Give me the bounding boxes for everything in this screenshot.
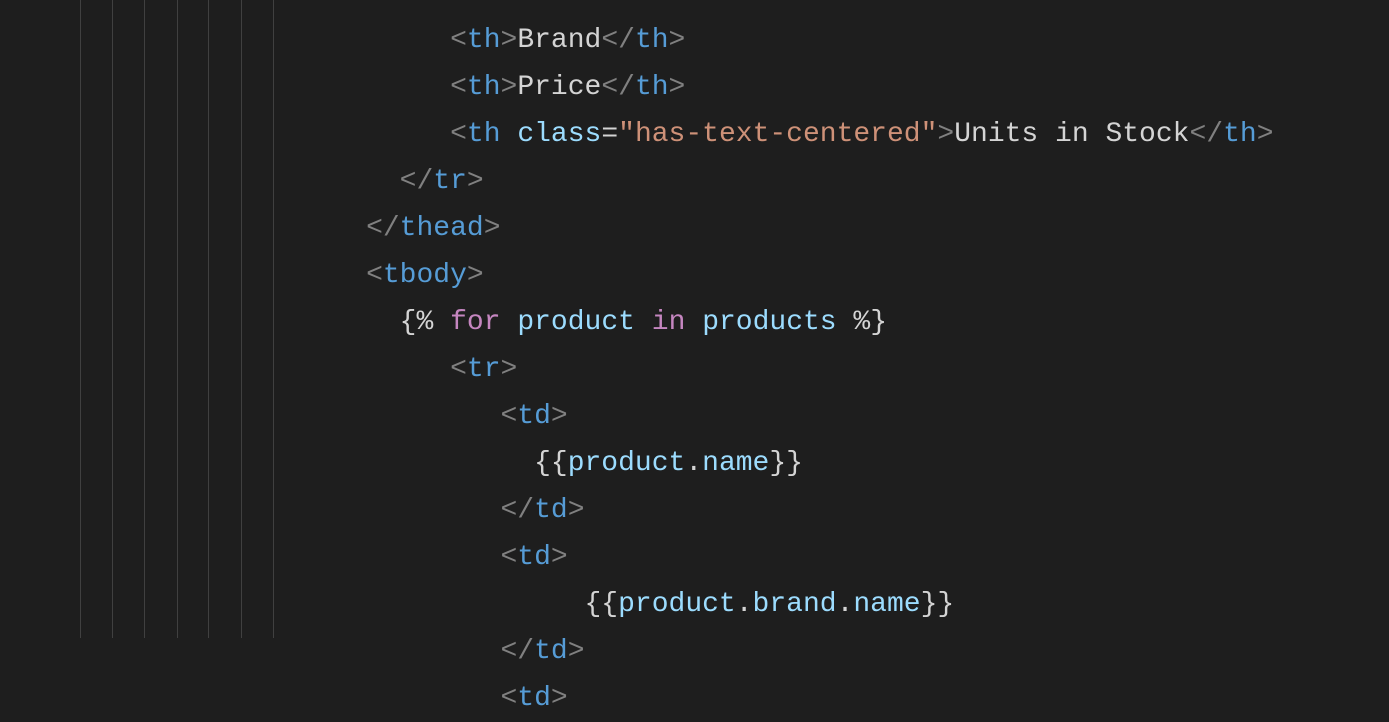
code-token: {{ [534,448,568,479]
code-token: < [450,354,467,385]
code-token: > [484,213,501,244]
code-token: {{ [585,589,619,620]
code-token: </ [601,72,635,103]
code-token: for [450,307,500,338]
code-token: th [467,119,501,150]
code-token: td [517,542,551,573]
code-token: > [501,72,518,103]
code-token: < [500,542,517,573]
code-token: > [937,119,954,150]
code-token: Price [517,72,601,103]
code-token: brand [753,589,837,620]
code-line[interactable]: <th>Price</th> [30,64,1389,111]
code-line[interactable]: {{product.brand.name}} [30,581,1389,628]
code-line[interactable]: <td> [30,393,1389,440]
code-token: %} [837,307,887,338]
code-token: < [450,119,467,150]
code-token: < [500,683,517,714]
code-token: name [853,589,920,620]
code-token: product [517,307,635,338]
code-token: Units in Stock [954,119,1189,150]
code-token: th [467,72,501,103]
code-token: Brand [517,25,601,56]
code-line[interactable]: <td> [30,675,1389,722]
code-line[interactable]: </td> [30,487,1389,534]
code-token: thead [400,213,484,244]
code-token [501,119,518,150]
code-token: th [635,25,669,56]
code-token: < [500,401,517,432]
code-token: > [669,25,686,56]
code-token: name [702,448,769,479]
code-token: < [450,25,467,56]
code-token: > [501,25,518,56]
code-token: product [568,448,686,479]
code-token: > [551,542,568,573]
code-token: {% [400,307,450,338]
code-token: > [467,166,484,197]
code-token [685,307,702,338]
code-token: class [517,119,601,150]
code-token: tbody [383,260,467,291]
code-token: td [534,636,568,667]
code-token: td [517,401,551,432]
code-line[interactable]: {% for product in products %} [30,299,1389,346]
code-token: </ [500,495,534,526]
code-token: </ [601,25,635,56]
code-token: > [551,683,568,714]
code-token: "has-text-centered" [618,119,937,150]
code-token: > [1257,119,1274,150]
code-token: > [467,260,484,291]
code-line[interactable]: </tr> [30,158,1389,205]
code-token: </ [400,166,434,197]
code-token: th [1223,119,1257,150]
code-token: }} [769,448,803,479]
code-token: </ [366,213,400,244]
code-line[interactable]: <td> [30,534,1389,581]
code-token: th [635,72,669,103]
code-token: > [501,354,518,385]
code-token: > [568,495,585,526]
code-line[interactable]: {{product.name}} [30,440,1389,487]
code-token: product [618,589,736,620]
code-line[interactable]: <th class="has-text-centered">Units in S… [30,111,1389,158]
code-token [501,307,518,338]
code-editor[interactable]: <th>Brand</th> <th>Price</th> <th class=… [0,0,1389,722]
code-line[interactable]: </thead> [30,205,1389,252]
code-token: </ [1189,119,1223,150]
code-token: td [534,495,568,526]
code-token: < [450,72,467,103]
code-token: tr [433,166,467,197]
code-token: in [652,307,686,338]
code-token [635,307,652,338]
code-token: = [601,119,618,150]
code-token: . [736,589,753,620]
code-token: > [669,72,686,103]
code-token: </ [500,636,534,667]
code-token: > [551,401,568,432]
code-token: < [366,260,383,291]
code-token: }} [921,589,955,620]
code-line[interactable]: <tr> [30,346,1389,393]
code-line[interactable]: <tbody> [30,252,1389,299]
code-token: products [702,307,836,338]
code-token: > [568,636,585,667]
code-token: td [517,683,551,714]
code-token: tr [467,354,501,385]
code-token: th [467,25,501,56]
code-token: . [837,589,854,620]
code-line[interactable]: <th>Brand</th> [30,17,1389,64]
code-token: . [685,448,702,479]
